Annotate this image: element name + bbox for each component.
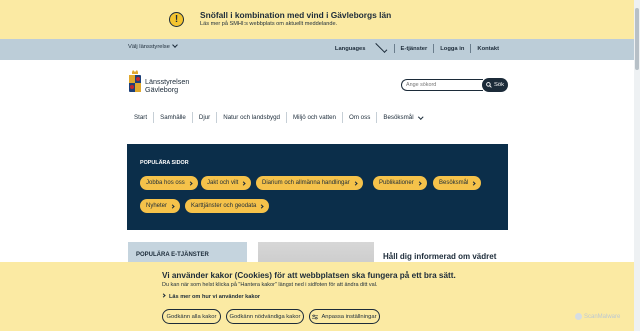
popular-pages-title: POPULÄRA SIDOR xyxy=(140,160,189,166)
chevron-right-icon xyxy=(417,180,422,186)
e-services-link[interactable]: E-tjänster xyxy=(395,46,434,52)
chip-label: Jobba hos oss xyxy=(146,180,185,186)
nav-item-natur[interactable]: Natur och landsbygd xyxy=(217,114,286,121)
cookie-banner: Vi använder kakor (Cookies) för att webb… xyxy=(0,262,640,331)
chip-karttjanster[interactable]: Karttjänster och geodata xyxy=(185,199,270,213)
search-button-label: Sök xyxy=(494,82,504,88)
top-navigation: Välj länsstyrelse Languages E-tjänster L… xyxy=(0,39,640,60)
logo-line-2: Gävleborg xyxy=(145,85,179,94)
chip-label: Diarium och allmänna handlingar xyxy=(262,180,350,186)
languages-label: Languages xyxy=(334,45,366,52)
accept-necessary-cookies-button[interactable]: Godkänn nödvändiga kakor xyxy=(226,309,304,324)
chip-diarium[interactable]: Diarium och allmänna handlingar xyxy=(256,176,363,190)
chip-publikationer[interactable]: Publikationer xyxy=(373,176,427,190)
coat-of-arms-logo[interactable] xyxy=(128,70,142,94)
popular-pages-box: POPULÄRA SIDOR Jobba hos oss Jakt och vi… xyxy=(127,144,508,230)
cookie-read-more-link[interactable]: Läs mer om hur vi använder kakor xyxy=(161,293,261,300)
adjust-settings-button[interactable]: Anpassa inställningar xyxy=(309,309,380,324)
chip-label: Jakt och vilt xyxy=(207,180,239,186)
chevron-down-icon xyxy=(417,113,423,119)
chip-nyheter[interactable]: Nyheter xyxy=(140,199,181,213)
chevron-right-icon xyxy=(259,203,265,209)
chip-jobba-hos-oss[interactable]: Jobba hos oss xyxy=(140,176,198,190)
search-input[interactable] xyxy=(401,79,483,91)
chevron-right-icon xyxy=(241,180,246,186)
nav-item-om-oss[interactable]: Om oss xyxy=(343,114,376,121)
login-link[interactable]: Logga in xyxy=(434,46,470,52)
chevron-right-icon xyxy=(161,293,166,298)
logo-text[interactable]: Länsstyrelsen Gävleborg xyxy=(145,78,189,94)
search-button[interactable]: Sök xyxy=(482,78,508,92)
county-select[interactable]: Välj länsstyrelse xyxy=(128,42,178,50)
chip-label: Nyheter xyxy=(146,203,168,209)
chip-jakt-och-vilt[interactable]: Jakt och vilt xyxy=(201,176,252,190)
chevron-right-icon xyxy=(471,180,476,186)
search-icon xyxy=(486,82,492,88)
nav-item-miljo[interactable]: Miljö och vatten xyxy=(287,114,342,121)
chip-label: Besöksmål xyxy=(439,180,469,186)
languages-button[interactable]: Languages xyxy=(323,40,394,53)
adjust-settings-label: Anpassa inställningar xyxy=(321,313,377,320)
chip-label: Karttjänster och geodata xyxy=(191,203,257,209)
chevron-down-icon xyxy=(172,42,178,48)
watermark: ScanMalware xyxy=(575,313,620,320)
chevron-right-icon xyxy=(170,203,175,209)
county-select-label: Välj länsstyrelse xyxy=(128,44,170,50)
scrollbar[interactable] xyxy=(634,0,640,331)
alert-title[interactable]: Snöfall i kombination med vind i Gävlebo… xyxy=(200,10,391,20)
chevron-right-icon xyxy=(353,180,358,186)
top-links: Languages E-tjänster Logga in Kontakt xyxy=(323,40,505,53)
contact-link[interactable]: Kontakt xyxy=(471,46,505,52)
watermark-text: ScanMalware xyxy=(584,313,621,320)
cookie-read-more-label: Läs mer om hur vi använder kakor xyxy=(169,294,261,300)
alert-text: Läs mer på SMHI:s webbplats om aktuellt … xyxy=(200,21,338,27)
scrollbar-thumb[interactable] xyxy=(635,8,639,70)
exclamation-icon: ! xyxy=(169,12,184,27)
watermark-icon xyxy=(575,313,582,320)
chip-label: Publikationer xyxy=(379,180,414,186)
chevron-down-icon xyxy=(375,40,387,53)
popular-e-services-title: POPULÄRA E-TJÄNSTER xyxy=(136,252,209,258)
main-navigation: Start Samhälle Djur Natur och landsbygd … xyxy=(128,112,428,123)
news-title[interactable]: Håll dig informerad om vädret xyxy=(383,252,496,261)
alert-banner: ! Snöfall i kombination med vind i Gävle… xyxy=(0,0,640,39)
chevron-right-icon xyxy=(188,180,193,186)
cookie-text: Du kan när som helst klicka på "Hantera … xyxy=(162,282,378,288)
nav-item-start[interactable]: Start xyxy=(128,114,153,121)
nav-item-djur[interactable]: Djur xyxy=(193,114,216,121)
cookie-title: Vi använder kakor (Cookies) för att webb… xyxy=(162,271,456,280)
nav-item-besoksmal-label: Besöksmål xyxy=(383,114,414,121)
sliders-icon xyxy=(312,314,319,319)
chip-besoksmal[interactable]: Besöksmål xyxy=(433,176,482,190)
nav-item-besoksmal[interactable]: Besöksmål xyxy=(377,113,428,121)
nav-item-samhalle[interactable]: Samhälle xyxy=(154,114,192,121)
accept-all-cookies-button[interactable]: Godkänn alla kakor xyxy=(162,309,221,324)
